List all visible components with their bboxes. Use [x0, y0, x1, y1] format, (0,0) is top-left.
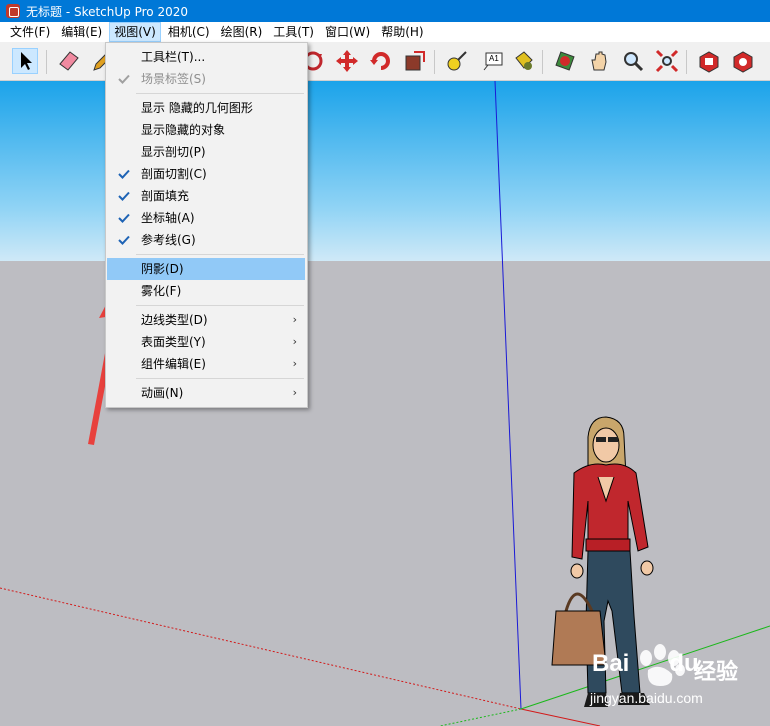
view-menu-item-label: 显示剖切(P)	[141, 145, 206, 159]
section-plane-icon	[555, 51, 575, 71]
view-menu-item[interactable]: 动画(N) ›	[107, 382, 305, 404]
eraser-tool-button[interactable]	[56, 48, 82, 74]
blue-axis-line	[494, 81, 522, 710]
menu-4[interactable]: 绘图(R)	[217, 22, 267, 42]
select-tool-button[interactable]	[12, 48, 38, 74]
menu-7[interactable]: 帮助(H)	[377, 22, 427, 42]
view-menu-item-label: 雾化(F)	[141, 284, 182, 298]
view-menu-item[interactable]: 组件编辑(E) ›	[107, 353, 305, 375]
text-tool-button[interactable]: A1	[480, 48, 506, 74]
extension-warehouse-tool-button[interactable]	[730, 48, 756, 74]
menu-2[interactable]: 视图(V)	[109, 22, 161, 42]
scale-figure-woman	[551, 416, 654, 707]
paint-bucket-icon	[515, 51, 533, 70]
view-menu-item[interactable]: 表面类型(Y) ›	[107, 331, 305, 353]
checkmark-icon	[116, 68, 132, 90]
menu-1[interactable]: 编辑(E)	[57, 22, 106, 42]
zoom-extents-tool-button[interactable]	[654, 48, 680, 74]
view-menu-item-label: 阴影(D)	[141, 262, 184, 276]
view-menu-item-label: 参考线(G)	[141, 233, 196, 247]
3d-warehouse-tool-button[interactable]	[696, 48, 722, 74]
menu-separator	[136, 254, 304, 255]
extension-warehouse-icon	[733, 51, 753, 73]
view-menu-item[interactable]: 阴影(D)	[107, 258, 305, 280]
scale-tool-button[interactable]	[402, 48, 428, 74]
zoom-extents-icon	[655, 49, 679, 73]
chevron-right-icon: ›	[292, 357, 297, 370]
view-menu-item[interactable]: 剖面填充	[107, 185, 305, 207]
move-tool-button[interactable]	[334, 48, 360, 74]
toolbar-separator	[434, 50, 435, 74]
view-menu-item[interactable]: 剖面切割(C)	[107, 163, 305, 185]
menu-separator	[136, 305, 304, 306]
view-menu-item-label: 显示隐藏的对象	[141, 123, 226, 137]
view-menu-item[interactable]: 边线类型(D) ›	[107, 309, 305, 331]
sketchup-logo-icon	[6, 4, 20, 18]
checkmark-icon	[116, 185, 132, 207]
zoom-tool-button[interactable]	[620, 48, 646, 74]
view-menu-item[interactable]: 坐标轴(A)	[107, 207, 305, 229]
view-menu-item-label: 显示 隐藏的几何图形	[141, 101, 253, 115]
tape-measure-icon	[447, 51, 467, 71]
rotate-tool-button[interactable]	[368, 48, 394, 74]
red-axis-line	[520, 708, 601, 726]
checkmark-icon	[116, 229, 132, 251]
pan-icon	[591, 51, 607, 71]
paint-bucket-tool-button[interactable]	[510, 48, 536, 74]
checkmark-icon	[116, 163, 132, 185]
menu-5[interactable]: 工具(T)	[269, 22, 318, 42]
zoom-icon	[624, 52, 644, 72]
chevron-right-icon: ›	[292, 335, 297, 348]
rotate-icon	[370, 52, 390, 70]
view-menu-item-label: 边线类型(D)	[141, 313, 208, 327]
pan-tool-button[interactable]	[586, 48, 612, 74]
green-axis-dotted-line	[439, 708, 522, 726]
view-menu-item[interactable]: 参考线(G)	[107, 229, 305, 251]
view-menu-item-label: 剖面填充	[141, 189, 190, 203]
select-icon	[21, 52, 32, 70]
menu-bar: 文件(F) 编辑(E) 视图(V) 相机(C) 绘图(R) 工具(T) 窗口(W) 帮助(H)	[0, 22, 770, 42]
menu-0[interactable]: 文件(F)	[6, 22, 54, 42]
view-menu-item-label: 工具栏(T)...	[141, 50, 206, 64]
eraser-icon	[59, 51, 79, 71]
view-menu-item[interactable]: 显示 隐藏的几何图形	[107, 97, 305, 119]
checkmark-icon	[116, 207, 132, 229]
section-plane-tool-button[interactable]	[552, 48, 578, 74]
red-axis-dotted-line	[0, 587, 522, 710]
toolbar-separator	[46, 50, 47, 74]
view-menu-item: 场景标签(S)	[107, 68, 305, 90]
menu-separator	[136, 93, 304, 94]
move-icon	[336, 50, 358, 72]
3d-warehouse-icon	[699, 51, 719, 73]
menu-6[interactable]: 窗口(W)	[321, 22, 374, 42]
menu-separator	[136, 378, 304, 379]
tape-measure-tool-button[interactable]	[444, 48, 470, 74]
view-menu-dropdown: 工具栏(T)... 场景标签(S) 显示 隐藏的几何图形 显示隐藏的对象 显示剖切(P)…	[105, 42, 308, 408]
view-menu-item-label: 场景标签(S)	[141, 72, 206, 86]
view-menu-item-label: 剖面切割(C)	[141, 167, 207, 181]
view-menu-item[interactable]: 显示剖切(P)	[107, 141, 305, 163]
window-title: 无标题 - SketchUp Pro 2020	[26, 4, 188, 19]
toolbar-separator	[542, 50, 543, 74]
view-menu-item-label: 坐标轴(A)	[141, 211, 195, 225]
chevron-right-icon: ›	[292, 313, 297, 326]
toolbar-separator	[686, 50, 687, 74]
view-menu-item-label: 动画(N)	[141, 386, 184, 400]
text-tool-label: A1	[489, 54, 499, 63]
view-menu-item-label: 表面类型(Y)	[141, 335, 206, 349]
view-menu-item[interactable]: 雾化(F)	[107, 280, 305, 302]
view-menu-item-label: 组件编辑(E)	[141, 357, 206, 371]
view-menu-item[interactable]: 显示隐藏的对象	[107, 119, 305, 141]
menu-3[interactable]: 相机(C)	[164, 22, 214, 42]
chevron-right-icon: ›	[292, 386, 297, 399]
view-menu-item[interactable]: 工具栏(T)...	[107, 46, 305, 68]
title-bar: 无标题 - SketchUp Pro 2020	[0, 0, 770, 22]
scale-icon	[405, 51, 425, 71]
